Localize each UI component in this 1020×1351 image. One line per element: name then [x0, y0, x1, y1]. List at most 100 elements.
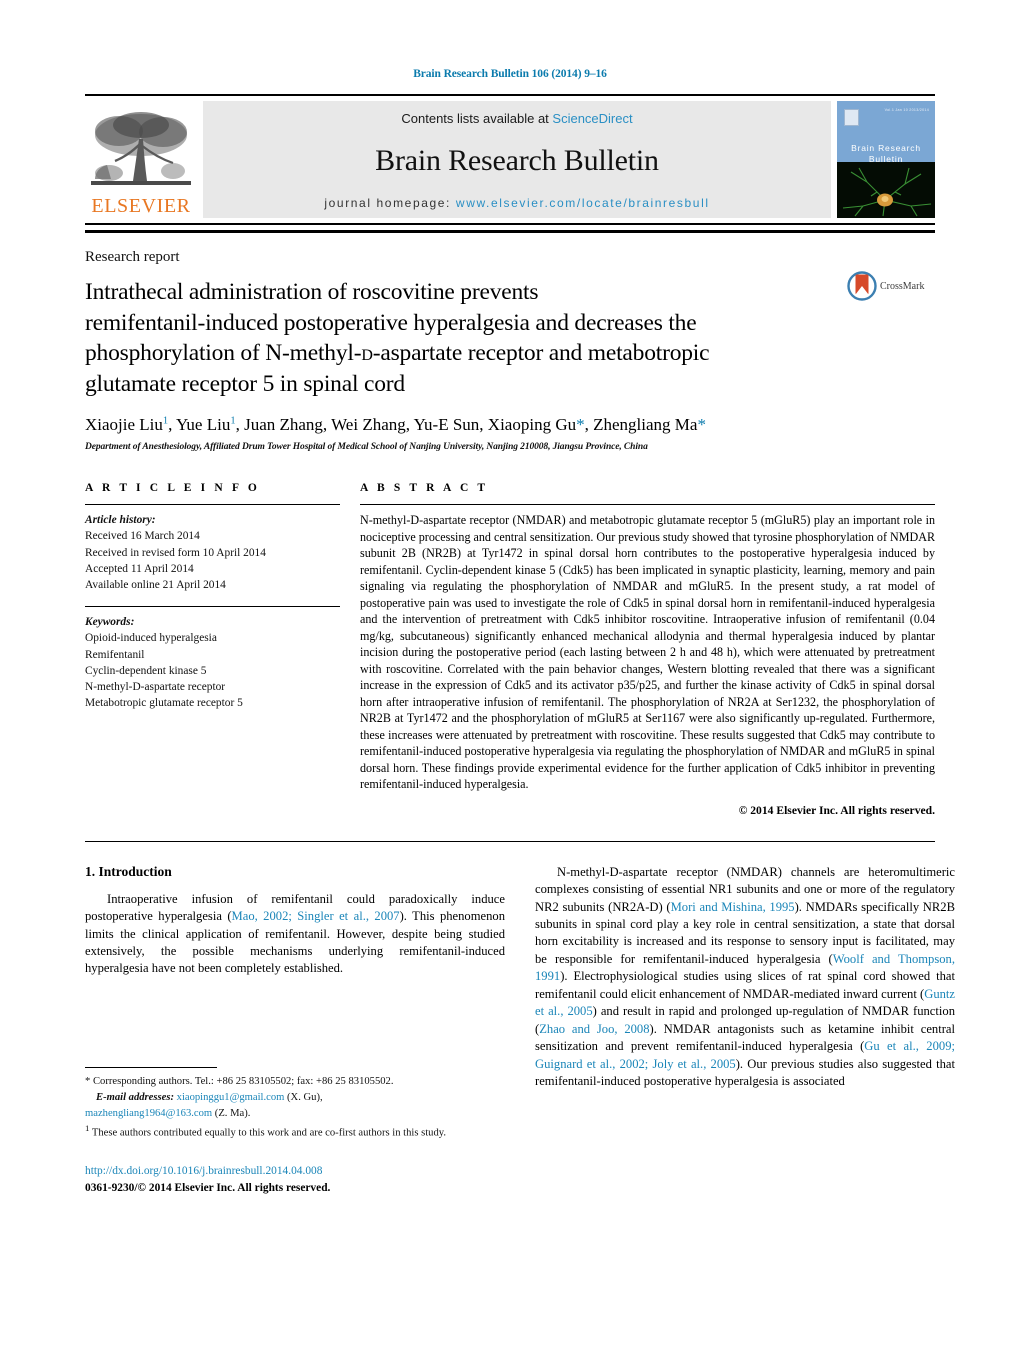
footnote-number-marker: 1 [85, 1123, 90, 1134]
article-info-rule [85, 504, 340, 506]
corresponding-marker[interactable]: * [576, 415, 585, 434]
right-paragraph-1: N-methyl-D-aspartate receptor (NMDAR) ch… [535, 864, 955, 1091]
homepage-label: journal homepage: [324, 196, 451, 210]
email-attrib-ma: (Z. Ma). [214, 1108, 251, 1120]
title-line-1: Intrathecal administration of roscovitin… [85, 279, 539, 305]
citation-link[interactable]: Zhao and Joo, 2008 [539, 1022, 649, 1036]
keywords-title: Keywords: [85, 616, 135, 629]
issn-copyright-line: 0361-9230/© 2014 Elsevier Inc. All right… [85, 1181, 331, 1194]
author-list: Xiaojie Liu1, Yue Liu1, Juan Zhang, Wei … [85, 415, 706, 435]
keyword-item: N-methyl-D-aspartate receptor [85, 680, 226, 693]
homepage-url-link[interactable]: www.elsevier.com/locate/brainresbull [456, 196, 710, 210]
title-line-3a: phosphorylation of N-methyl- [85, 340, 362, 367]
footnote-rule [85, 1066, 217, 1068]
article-type-label: Research report [85, 249, 180, 265]
citation-link[interactable]: Mori and Mishina, 1995 [671, 900, 795, 914]
author-yue-liu: Yue Liu [176, 415, 231, 435]
author-zhengliang-ma: Zhengliang Ma [593, 415, 698, 435]
email-link-ma[interactable]: mazhengliang1964@163.com [85, 1108, 212, 1119]
author-juan-zhang: Juan Zhang [244, 415, 323, 435]
elsevier-logo: ELSEVIER [85, 101, 197, 218]
keywords-group: Keywords: Opioid-induced hyperalgesia Re… [85, 614, 340, 711]
running-head: Brain Research Bulletin 106 (2014) 9–16 [413, 68, 607, 80]
elsevier-wordmark: ELSEVIER [91, 195, 191, 217]
body-left-column: 1. Introduction Intraoperative infusion … [85, 863, 505, 1194]
crossmark-badge[interactable]: CrossMark [847, 271, 935, 301]
article-history-group: Article history: Received 16 March 2014 … [85, 512, 340, 593]
abstract-copyright: © 2014 Elsevier Inc. All rights reserved… [738, 803, 935, 817]
footnote-emails-line2: mazhengliang1964@163.com (Z. Ma). [85, 1106, 505, 1121]
journal-homepage-line: journal homepage: www.elsevier.com/locat… [324, 196, 709, 210]
author-affiliation: Department of Anesthesiology, Affiliated… [85, 442, 648, 453]
cover-title-line2: Bulletin [868, 153, 904, 164]
history-item: Received in revised form 10 April 2014 [85, 546, 266, 559]
footnote-equal-text: These authors contributed equally to thi… [91, 1127, 447, 1139]
journal-title: Brain Research Bulletin [375, 144, 659, 177]
author-footnote-marker[interactable]: 1 [163, 416, 168, 427]
abstract-column: A B S T R A C T N-methyl-D-aspartate rec… [360, 482, 935, 817]
contents-prefix: Contents lists available at [401, 111, 553, 126]
author-wei-zhang: Wei Zhang [331, 415, 406, 435]
title-line-4: glutamate receptor 5 in spinal cord [85, 370, 405, 397]
article-header: Research report Intrathecal administrati… [85, 233, 935, 452]
keyword-item: Remifentanil [85, 648, 145, 661]
footnote-corresponding: * Corresponding authors. Tel.: +86 25 83… [85, 1074, 505, 1089]
article-title: Intrathecal administration of roscovitin… [85, 277, 845, 399]
author-footnote-marker[interactable]: 1 [230, 416, 235, 427]
email-link-gu[interactable]: xiaopinggu1@gmail.com [177, 1092, 285, 1103]
history-item: Available online 21 April 2014 [85, 578, 226, 591]
abstract-rule [360, 504, 935, 506]
author-xiaojie-liu: Xiaojie Liu [85, 415, 163, 435]
elsevier-tree-icon [91, 112, 191, 185]
cover-publisher-minilogo [844, 109, 859, 127]
footnote-corresponding-text: Corresponding authors. Tel.: +86 25 8310… [92, 1075, 394, 1087]
article-history-title: Article history: [85, 514, 156, 527]
keywords-rule [85, 606, 340, 608]
keyword-item: Opioid-induced hyperalgesia [85, 632, 217, 645]
title-line-2: remifentanil-induced postoperative hyper… [85, 309, 697, 336]
sciencedirect-link[interactable]: ScienceDirect [552, 111, 632, 126]
history-item: Received 16 March 2014 [85, 530, 200, 543]
cover-neuron-image [837, 161, 935, 218]
contents-available-line: Contents lists available at ScienceDirec… [401, 111, 632, 126]
body-right-column: N-methyl-D-aspartate receptor (NMDAR) ch… [535, 864, 955, 1091]
title-smallcaps-d: d [361, 340, 373, 367]
article-info-column: A R T I C L E I N F O Article history: R… [85, 482, 340, 817]
doi-link[interactable]: http://dx.doi.org/10.1016/j.brainresbull… [85, 1163, 505, 1180]
cover-title-line1: Brain Research [851, 143, 921, 154]
masthead-center-panel: Contents lists available at ScienceDirec… [203, 101, 831, 218]
abstract-text: N-methyl-D-aspartate receptor (NMDAR) an… [360, 513, 936, 792]
author-xiaoping-gu: Xiaoping Gu [487, 415, 577, 435]
title-line-3c: -aspartate receptor and metabotropic [372, 340, 710, 367]
footnote-emails-line1: E-mail addresses: xiaopinggu1@gmail.com … [85, 1090, 505, 1105]
neuron-micrograph-icon [837, 161, 935, 218]
cover-volume-text: Vol.1 Jan 10 2013/2014 [884, 108, 929, 113]
crossmark-icon [847, 271, 877, 301]
info-and-abstract-block: A R T I C L E I N F O Article history: R… [85, 482, 935, 817]
citation-link[interactable]: Mao, 2002; Singler et al., 2007 [232, 909, 400, 923]
author-yue-sun: Yu-E Sun [413, 415, 480, 435]
journal-cover-thumbnail: Vol.1 Jan 10 2013/2014 Brain Research Bu… [837, 101, 935, 218]
section-heading-introduction: 1. Introduction [85, 863, 172, 879]
history-item: Accepted 11 April 2014 [85, 562, 194, 575]
footnote-equal-contribution: 1 These authors contributed equally to t… [85, 1122, 505, 1141]
corresponding-marker[interactable]: * [697, 415, 706, 434]
article-body: 1. Introduction Intraoperative infusion … [85, 863, 955, 1194]
abstract-bottom-rule [85, 840, 935, 842]
email-addresses-label: E-mail addresses: [96, 1091, 174, 1103]
abstract-heading: A B S T R A C T [360, 482, 489, 495]
rp-text-d: ). Electrophysiological studies using sl… [535, 969, 955, 1001]
footnote-block: * Corresponding authors. Tel.: +86 25 83… [85, 1066, 505, 1197]
article-info-heading: A R T I C L E I N F O [85, 482, 260, 495]
crossmark-label: CrossMark [880, 280, 925, 292]
journal-masthead: ELSEVIER Contents lists available at Sci… [85, 94, 935, 225]
cover-journal-name: Brain Research Bulletin [837, 143, 935, 164]
intro-paragraph-1: Intraoperative infusion of remifentanil … [85, 891, 505, 978]
doi-and-issn-block: http://dx.doi.org/10.1016/j.brainresbull… [85, 1163, 505, 1196]
keyword-item: Metabotropic glutamate receptor 5 [85, 697, 243, 710]
footnote-star-marker: * [85, 1075, 91, 1087]
keyword-item: Cyclin-dependent kinase 5 [85, 664, 207, 677]
journal-article-page: Brain Research Bulletin 106 (2014) 9–16 [0, 0, 1020, 1351]
email-attrib-gu: (X. Gu), [287, 1091, 323, 1103]
